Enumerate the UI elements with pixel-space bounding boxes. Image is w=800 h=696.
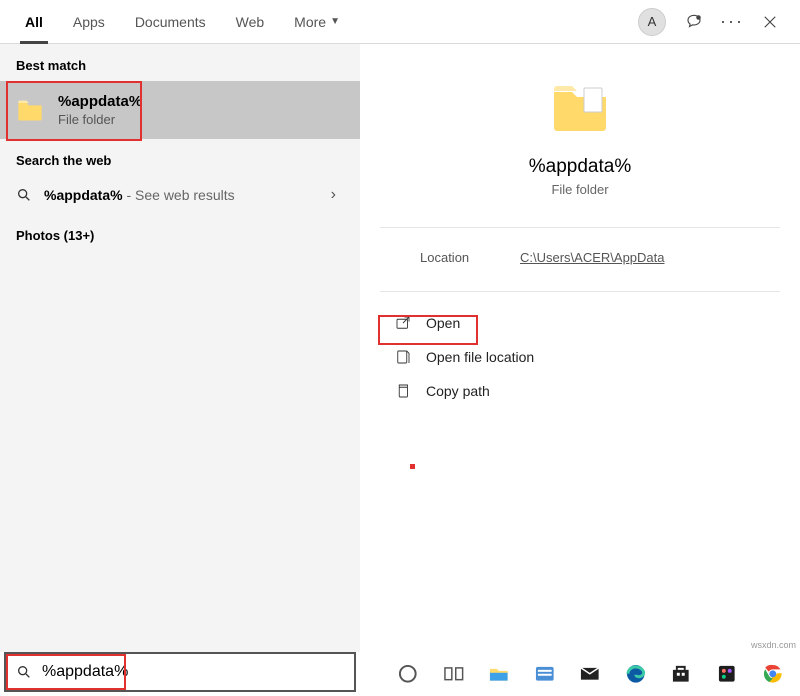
best-match-subtitle: File folder xyxy=(58,112,142,127)
taskbar xyxy=(380,652,800,696)
web-hint: - See web results xyxy=(123,187,235,203)
tab-label: Web xyxy=(236,14,265,30)
web-query: %appdata% xyxy=(44,187,123,203)
tab-label: All xyxy=(25,14,43,30)
best-match-item[interactable]: %appdata% File folder xyxy=(0,81,360,139)
action-label: Open xyxy=(426,315,460,331)
tab-label: Apps xyxy=(73,14,105,30)
tab-label: Documents xyxy=(135,14,206,30)
figma-icon[interactable] xyxy=(715,662,739,686)
mail-icon[interactable] xyxy=(578,662,602,686)
main-content: Best match %appdata% File folder Search … xyxy=(0,44,800,652)
preview-subtitle: File folder xyxy=(551,182,608,197)
folder-large-icon xyxy=(548,74,612,138)
search-bar[interactable] xyxy=(4,652,356,692)
search-input[interactable] xyxy=(42,663,344,681)
web-result-text: %appdata% - See web results xyxy=(44,187,235,203)
action-copy-path[interactable]: Copy path xyxy=(380,374,780,408)
photos-heading: Photos (13+) xyxy=(0,214,360,251)
tab-label: More xyxy=(294,14,326,30)
app-icon-1[interactable] xyxy=(533,662,557,686)
preview-panel: %appdata% File folder Location C:\Users\… xyxy=(360,44,800,652)
location-row: Location C:\Users\ACER\AppData xyxy=(380,228,780,292)
search-web-heading: Search the web xyxy=(0,139,360,176)
task-view-icon[interactable] xyxy=(442,662,466,686)
watermark: wsxdn.com xyxy=(751,640,796,650)
copy-icon xyxy=(394,382,412,400)
open-location-icon xyxy=(394,348,412,366)
folder-icon xyxy=(16,96,44,124)
best-match-title: %appdata% xyxy=(58,93,142,110)
preview-title: %appdata% xyxy=(529,156,631,178)
user-avatar[interactable]: A xyxy=(638,8,666,36)
feedback-icon[interactable] xyxy=(684,12,704,32)
tab-documents[interactable]: Documents xyxy=(120,0,221,44)
tab-all[interactable]: All xyxy=(10,0,58,44)
tab-apps[interactable]: Apps xyxy=(58,0,120,44)
best-match-text: %appdata% File folder xyxy=(58,93,142,127)
action-label: Open file location xyxy=(426,349,534,365)
best-match-heading: Best match xyxy=(0,44,360,81)
preview-header: %appdata% File folder xyxy=(380,64,780,228)
file-explorer-icon[interactable] xyxy=(487,662,511,686)
search-icon xyxy=(16,664,32,680)
web-result-item[interactable]: %appdata% - See web results › xyxy=(0,176,360,214)
preview-actions: Open Open file location Copy path xyxy=(360,292,800,422)
cortana-icon[interactable] xyxy=(396,662,420,686)
search-icon xyxy=(16,187,32,203)
tab-web[interactable]: Web xyxy=(221,0,280,44)
search-filter-tabs: All Apps Documents Web More ▼ A ··· xyxy=(0,0,800,44)
edge-icon[interactable] xyxy=(624,662,648,686)
avatar-letter: A xyxy=(648,14,657,29)
close-icon[interactable] xyxy=(760,12,780,32)
annotation-dot xyxy=(410,464,415,469)
results-panel: Best match %appdata% File folder Search … xyxy=(0,44,360,652)
open-icon xyxy=(394,314,412,332)
more-options-icon[interactable]: ··· xyxy=(722,12,742,32)
chevron-down-icon: ▼ xyxy=(330,16,340,27)
chevron-right-icon: › xyxy=(331,186,344,204)
store-icon[interactable] xyxy=(669,662,693,686)
tab-more[interactable]: More ▼ xyxy=(279,0,355,44)
action-open-location[interactable]: Open file location xyxy=(380,340,780,374)
location-value[interactable]: C:\Users\ACER\AppData xyxy=(520,250,665,265)
action-label: Copy path xyxy=(426,383,490,399)
chrome-icon[interactable] xyxy=(761,662,785,686)
location-label: Location xyxy=(420,250,520,265)
top-right-controls: A ··· xyxy=(638,8,790,36)
action-open[interactable]: Open xyxy=(380,306,780,340)
